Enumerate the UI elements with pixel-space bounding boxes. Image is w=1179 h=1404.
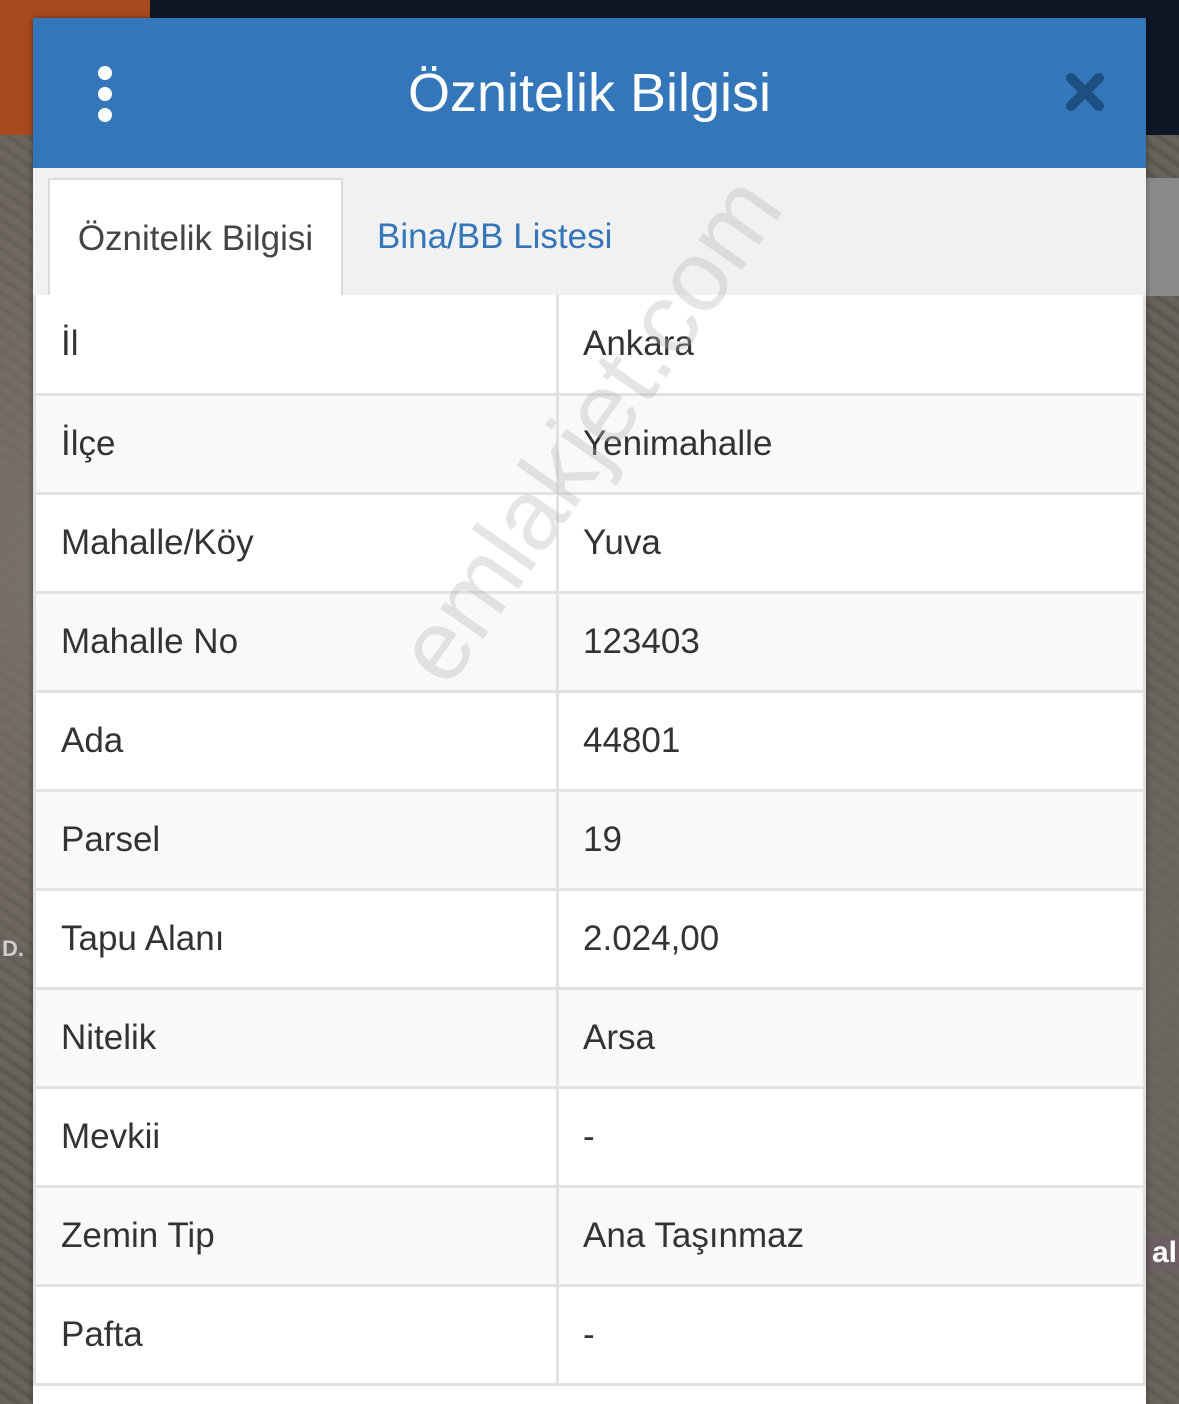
table-row: Pafta - bbox=[33, 1285, 1146, 1386]
row-value: Yenimahalle bbox=[557, 394, 1146, 495]
map-label: D. bbox=[2, 936, 24, 961]
map-label: al bbox=[1146, 1236, 1179, 1270]
row-key: Mahalle No bbox=[33, 592, 559, 693]
attribute-table: İl Ankara İlçe Yenimahalle Mahalle/Köy Y… bbox=[33, 295, 1146, 1386]
table-row: Parsel 19 bbox=[33, 790, 1146, 891]
kebab-menu-icon[interactable] bbox=[89, 66, 121, 122]
tab-bar: Öznitelik Bilgisi Bina/BB Listesi bbox=[33, 168, 1146, 297]
table-row: İlçe Yenimahalle bbox=[33, 394, 1146, 495]
row-value: 2.024,00 bbox=[557, 889, 1146, 990]
attribute-info-dialog: Öznitelik Bilgisi Öznitelik Bilgisi Bina… bbox=[33, 18, 1146, 1404]
table-row: İl Ankara bbox=[33, 295, 1146, 396]
table-row: Mahalle No 123403 bbox=[33, 592, 1146, 693]
row-key: Pafta bbox=[33, 1285, 559, 1386]
tab-attribute-info[interactable]: Öznitelik Bilgisi bbox=[48, 178, 343, 297]
row-value: - bbox=[557, 1087, 1146, 1188]
row-key: Mahalle/Köy bbox=[33, 493, 559, 594]
row-key: Parsel bbox=[33, 790, 559, 891]
table-row: Mevkii - bbox=[33, 1087, 1146, 1188]
row-value: 19 bbox=[557, 790, 1146, 891]
row-key: Tapu Alanı bbox=[33, 889, 559, 990]
row-value: 44801 bbox=[557, 691, 1146, 792]
row-value: Yuva bbox=[557, 493, 1146, 594]
map-scrollbar[interactable] bbox=[1146, 178, 1179, 296]
table-row: Nitelik Arsa bbox=[33, 988, 1146, 1089]
table-row: Tapu Alanı 2.024,00 bbox=[33, 889, 1146, 990]
tab-building-list[interactable]: Bina/BB Listesi bbox=[377, 178, 612, 295]
row-value: 123403 bbox=[557, 592, 1146, 693]
row-key: Mevkii bbox=[33, 1087, 559, 1188]
table-row: Zemin Tip Ana Taşınmaz bbox=[33, 1186, 1146, 1287]
row-key: Nitelik bbox=[33, 988, 559, 1089]
row-key: İlçe bbox=[33, 394, 559, 495]
table-row: Ada 44801 bbox=[33, 691, 1146, 792]
dialog-header: Öznitelik Bilgisi bbox=[33, 18, 1146, 168]
row-key: İl bbox=[33, 295, 559, 396]
row-value: Arsa bbox=[557, 988, 1146, 1089]
row-key: Ada bbox=[33, 691, 559, 792]
row-key: Zemin Tip bbox=[33, 1186, 559, 1287]
dialog-title: Öznitelik Bilgisi bbox=[407, 63, 772, 123]
close-icon[interactable] bbox=[1063, 70, 1107, 114]
table-row: Mahalle/Köy Yuva bbox=[33, 493, 1146, 594]
row-value: Ankara bbox=[557, 295, 1146, 396]
row-value: Ana Taşınmaz bbox=[557, 1186, 1146, 1287]
row-value: - bbox=[557, 1285, 1146, 1386]
